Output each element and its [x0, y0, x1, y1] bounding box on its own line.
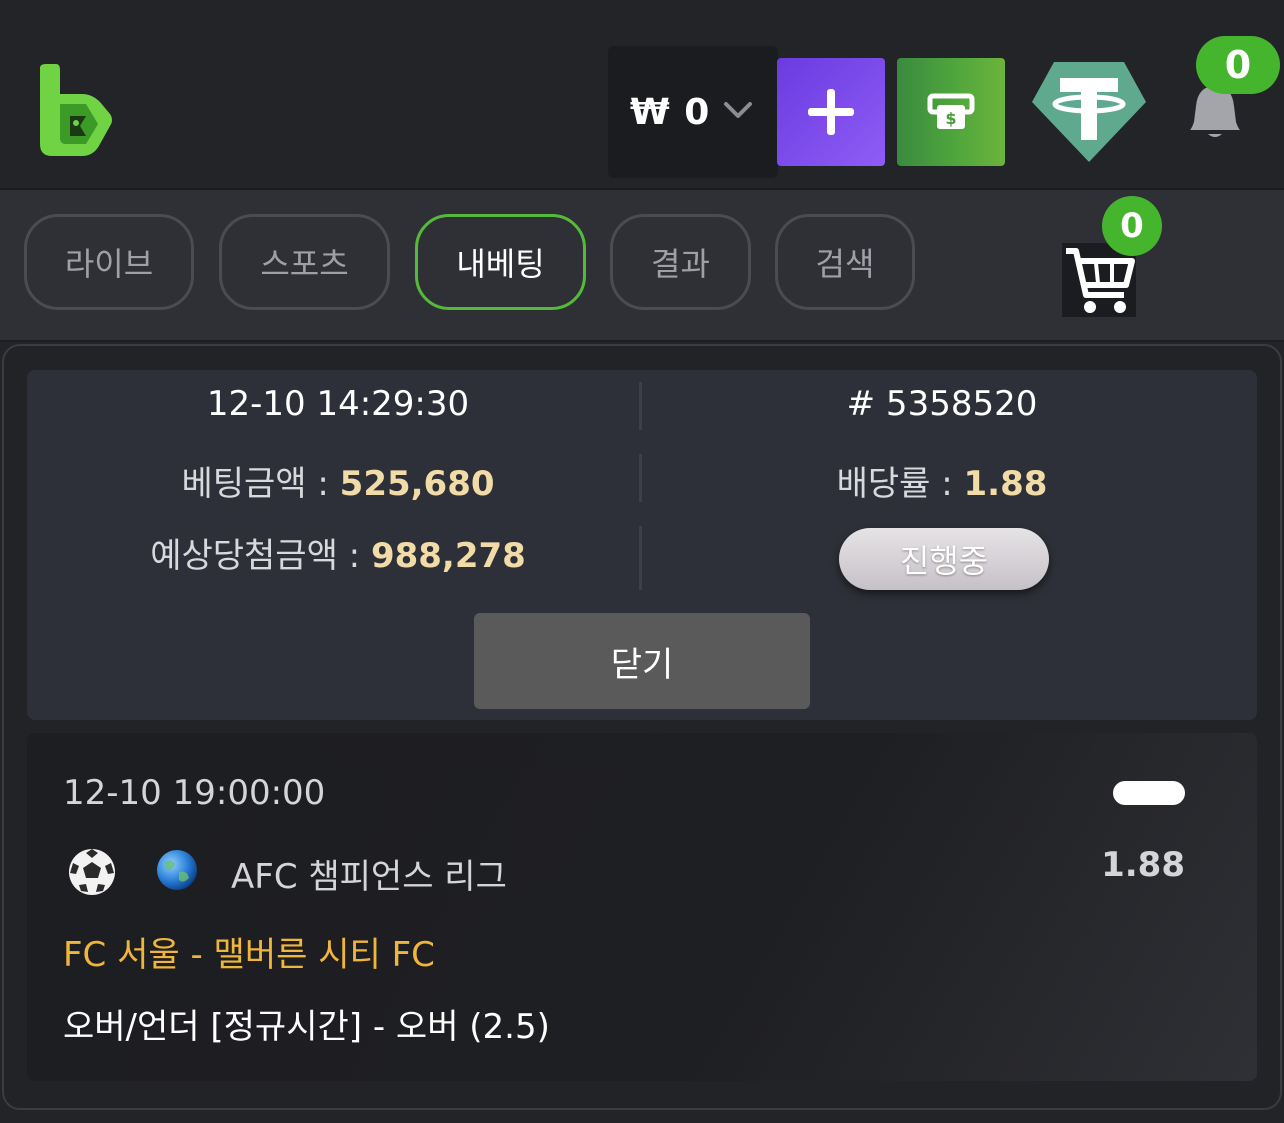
notification-badge: 0 [1196, 36, 1280, 94]
bc-logo-icon[interactable] [36, 64, 114, 160]
close-button[interactable]: 닫기 [474, 613, 810, 709]
tab-sports[interactable]: 스포츠 [219, 214, 390, 310]
cash-register-icon: $ [927, 93, 975, 129]
globe-icon [157, 850, 197, 890]
bet-detail-card: 12-10 19:00:00 AFC 챔피언스 리그 1.88 FC 서울 - … [27, 733, 1257, 1081]
tab-search[interactable]: 검색 [775, 214, 915, 310]
ticket-number: # 5358520 [846, 384, 1038, 424]
bet-datetime: 12-10 14:29:30 [206, 384, 470, 424]
plus-icon [808, 89, 854, 135]
match-teams: FC 서울 - 맬버른 시티 FC [63, 935, 435, 975]
stake-label: 베팅금액 : [181, 464, 340, 504]
odds-label: 배당률 : [836, 464, 964, 504]
tab-my-bets[interactable]: 내베팅 [415, 214, 586, 310]
deposit-plus-button[interactable] [777, 58, 885, 166]
payout-value: 988,278 [370, 536, 526, 576]
payout-row: 예상당첨금액 : 988,278 [27, 528, 649, 577]
soccer-ball-icon [69, 849, 115, 895]
bet-summary-card: 12-10 14:29:30 # 5358520 베팅금액 : 525,680 … [27, 370, 1257, 720]
status-badge: 진행중 [839, 528, 1049, 590]
league-name: AFC 챔피언스 리그 [231, 857, 507, 897]
odds-row: 배당률 : 1.88 [657, 456, 1227, 505]
cart-badge: 0 [1102, 196, 1162, 256]
match-datetime: 12-10 19:00:00 [63, 773, 326, 813]
tab-live[interactable]: 라이브 [24, 214, 194, 310]
payout-label: 예상당첨금액 : [150, 536, 371, 576]
chevron-down-icon [724, 102, 752, 118]
cashier-button[interactable]: $ [897, 58, 1005, 166]
odds-value: 1.88 [963, 464, 1048, 504]
selection-odds: 1.88 [1101, 845, 1185, 885]
wallet-amount: ₩ 0 [630, 91, 711, 133]
svg-text:$: $ [945, 109, 956, 128]
top-header: ₩ 0 $ 0 [0, 0, 1284, 190]
tab-results[interactable]: 결과 [610, 214, 751, 310]
bet-market: 오버/언더 [정규시간] - 오버 (2.5) [63, 1007, 550, 1047]
tether-icon[interactable] [1030, 60, 1148, 164]
stake-value: 525,680 [339, 464, 495, 504]
result-indicator [1113, 781, 1185, 805]
stake-row: 베팅금액 : 525,680 [27, 456, 649, 505]
wallet-selector[interactable]: ₩ 0 [608, 46, 778, 178]
